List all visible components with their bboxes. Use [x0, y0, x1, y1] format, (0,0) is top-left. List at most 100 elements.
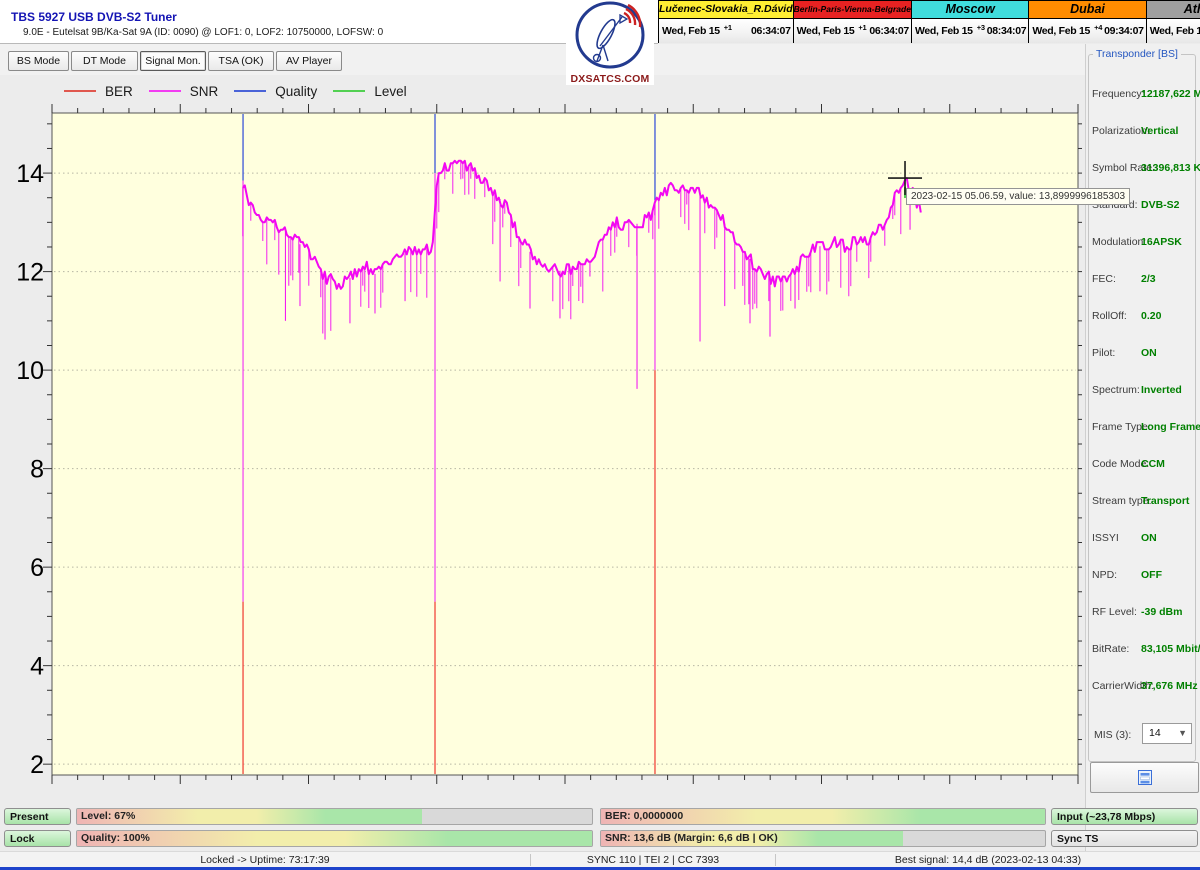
logo-text: DXSATCS.COM [566, 73, 654, 85]
clock-dubai: Dubai Wed, Feb 15 +409:34:07 [1029, 0, 1146, 43]
legend-label-level: Level [374, 84, 406, 99]
clock-date: Wed, Feb 15 [1147, 25, 1200, 37]
stream-list-button[interactable] [1090, 762, 1199, 793]
tab-row: BS ModeDT ModeSignal Mon.TSA (OK)AV Play… [0, 44, 1085, 75]
clock-moscow: MoscowWed, Feb 15+308:34:07 [912, 0, 1029, 43]
clock-utc-offset: +1 [858, 23, 866, 32]
legend-line-snr [149, 90, 181, 92]
satellite-dish-logo-icon [567, 1, 653, 71]
ber-progressbar: BER: 0,0000000 [600, 808, 1046, 825]
chart-tooltip: 2023-02-15 05.06.59, value: 13,899999618… [906, 188, 1130, 205]
field-value: 83,105 Mbit/s [1141, 643, 1200, 655]
legend-label-quality: Quality [275, 84, 317, 99]
signal-chart-panel: BERSNRQualityLevel 2468101214 2023-02-15… [8, 76, 1082, 803]
field-label: ISSYI [1092, 532, 1119, 544]
quality-label: Quality: 100% [81, 831, 150, 846]
field-label: Pilot: [1092, 347, 1115, 359]
present-badge: Present [4, 808, 71, 825]
ber-label: BER: 0,0000000 [605, 809, 683, 824]
mis-label: MIS (3): [1094, 729, 1131, 741]
level-label: Level: 67% [81, 809, 135, 824]
clock-datetime: Wed, Feb 15 +409:34:07 [1029, 19, 1145, 43]
clock-datetime: Wed, Feb 15+308:34:07 [912, 19, 1028, 43]
clock-athens: AthensWed, Feb 15+207:34:07 [1147, 0, 1200, 43]
stream-list-icon [1138, 770, 1152, 785]
field-label: NPD: [1092, 569, 1117, 581]
app-title: TBS 5927 USB DVB-S2 Tuner [11, 10, 177, 24]
field-label: FEC: [1092, 273, 1116, 285]
title-area: TBS 5927 USB DVB-S2 Tuner 9.0E - Eutelsa… [0, 0, 658, 44]
chart-legend: BERSNRQualityLevel [48, 81, 407, 101]
status-best-signal: Best signal: 14,4 dB (2023-02-13 04:33) [776, 852, 1200, 868]
field-label: Frequency: [1092, 88, 1145, 100]
mis-selected-value: 14 [1149, 727, 1161, 739]
tab-bs-mode[interactable]: BS Mode [8, 51, 69, 71]
y-axis-label-8: 8 [30, 456, 44, 484]
legend-line-ber [64, 90, 96, 92]
transponder-row-code-mode-: Code Mode:CCM [1092, 458, 1195, 472]
lock-badge: Lock [4, 830, 71, 847]
transponder-row-symbol-rate-: Symbol Rate:31396,813 KS/s [1092, 162, 1195, 176]
clock-city-label: Athens [1147, 1, 1200, 19]
tab-av-player[interactable]: AV Player [276, 51, 342, 71]
field-label: RollOff: [1092, 310, 1127, 322]
field-value: DVB-S2 [1141, 199, 1180, 211]
transponder-row-frame-type-: Frame Type:Long Frame [1092, 421, 1195, 435]
app-window: TBS 5927 USB DVB-S2 Tuner 9.0E - Eutelsa… [0, 0, 1200, 870]
sync-ts-badge: Sync TS [1051, 830, 1198, 847]
y-axis-label-6: 6 [30, 554, 44, 582]
field-value: Transport [1141, 495, 1189, 507]
transponder-row-carrierwidth-: CarrierWidth:37,676 MHz [1092, 680, 1195, 694]
clock-time: 09:34:07 [1104, 25, 1146, 37]
status-sync-counters: SYNC 110 | TEI 2 | CC 7393 [531, 852, 775, 868]
transponder-group-label: Transponder [BS] [1093, 48, 1181, 60]
mis-dropdown[interactable]: 14 ▼ [1142, 723, 1192, 744]
clock-datetime: Wed, Feb 15+106:34:07 [794, 19, 911, 43]
legend-label-ber: BER [105, 84, 133, 99]
transponder-row-modulation-: Modulation:16APSK [1092, 236, 1195, 250]
field-value: Long Frame [1141, 421, 1200, 433]
clock-utc-offset: +3 [977, 23, 985, 32]
field-value: 16APSK [1141, 236, 1182, 248]
transponder-groupbox: Transponder [BS] Frequency:12187,622 MHz… [1088, 54, 1196, 762]
field-value: ON [1141, 347, 1157, 359]
clock-city-label: Moscow [912, 1, 1028, 19]
clock-datetime: Wed, Feb 15+207:34:07 [1147, 19, 1200, 43]
field-label: RF Level: [1092, 606, 1137, 618]
tab-dt-mode[interactable]: DT Mode [71, 51, 138, 71]
field-value: 12187,622 MHz [1141, 88, 1200, 100]
tab-tsa-ok-[interactable]: TSA (OK) [208, 51, 274, 71]
clock-city-label: Dubai [1029, 1, 1145, 19]
clock-time: 08:34:07 [987, 25, 1029, 37]
transponder-row-rolloff-: RollOff:0.20 [1092, 310, 1195, 324]
clock-utc-offset: +4 [1094, 23, 1102, 32]
field-value: Vertical [1141, 125, 1178, 137]
y-axis-label-2: 2 [30, 751, 44, 779]
field-value: 37,676 MHz [1141, 680, 1198, 692]
y-axis-label-14: 14 [16, 160, 44, 188]
transponder-row-stream-type-: Stream type:Transport [1092, 495, 1195, 509]
transponder-row-spectrum-: Spectrum:Inverted [1092, 384, 1195, 398]
level-progressbar: Level: 67% [76, 808, 593, 825]
status-uptime: Locked -> Uptime: 73:17:39 [0, 852, 530, 868]
dxsatcs-logo: DXSATCS.COM [566, 1, 654, 85]
clock-time: 06:34:07 [869, 25, 911, 37]
clock-berlin-paris-vienna-belgrade: Berlin-Paris-Vienna-BelgradeWed, Feb 15+… [794, 0, 912, 43]
snr-label: SNR: 13,6 dB (Margin: 6,6 dB | OK) [605, 831, 778, 846]
transponder-row-npd-: NPD: OFF [1092, 569, 1195, 583]
snr-chart[interactable]: 2468101214 [8, 76, 1082, 803]
tab-signal-mon-[interactable]: Signal Mon. [140, 51, 206, 71]
field-value: OFF [1141, 569, 1162, 581]
legend-line-quality [234, 90, 266, 92]
field-value: Inverted [1141, 384, 1182, 396]
clock-date: Wed, Feb 15 [1029, 25, 1090, 37]
field-value: 31396,813 KS/s [1141, 162, 1200, 174]
field-value: -39 dBm [1141, 606, 1182, 618]
field-value: 2/3 [1141, 273, 1156, 285]
transponder-row-rf-level-: RF Level: -39 dBm [1092, 606, 1195, 620]
transponder-row-frequency-: Frequency:12187,622 MHz [1092, 88, 1195, 102]
clock-utc-offset: +1 [724, 23, 732, 32]
transponder-row-issyi: ISSYION [1092, 532, 1195, 546]
satellite-subtitle: 9.0E - Eutelsat 9B/Ka-Sat 9A (ID: 0090) … [23, 27, 383, 38]
world-clock-strip: Lučenec-Slovakia_R.DávidWed, Feb 15+106:… [658, 0, 1200, 43]
